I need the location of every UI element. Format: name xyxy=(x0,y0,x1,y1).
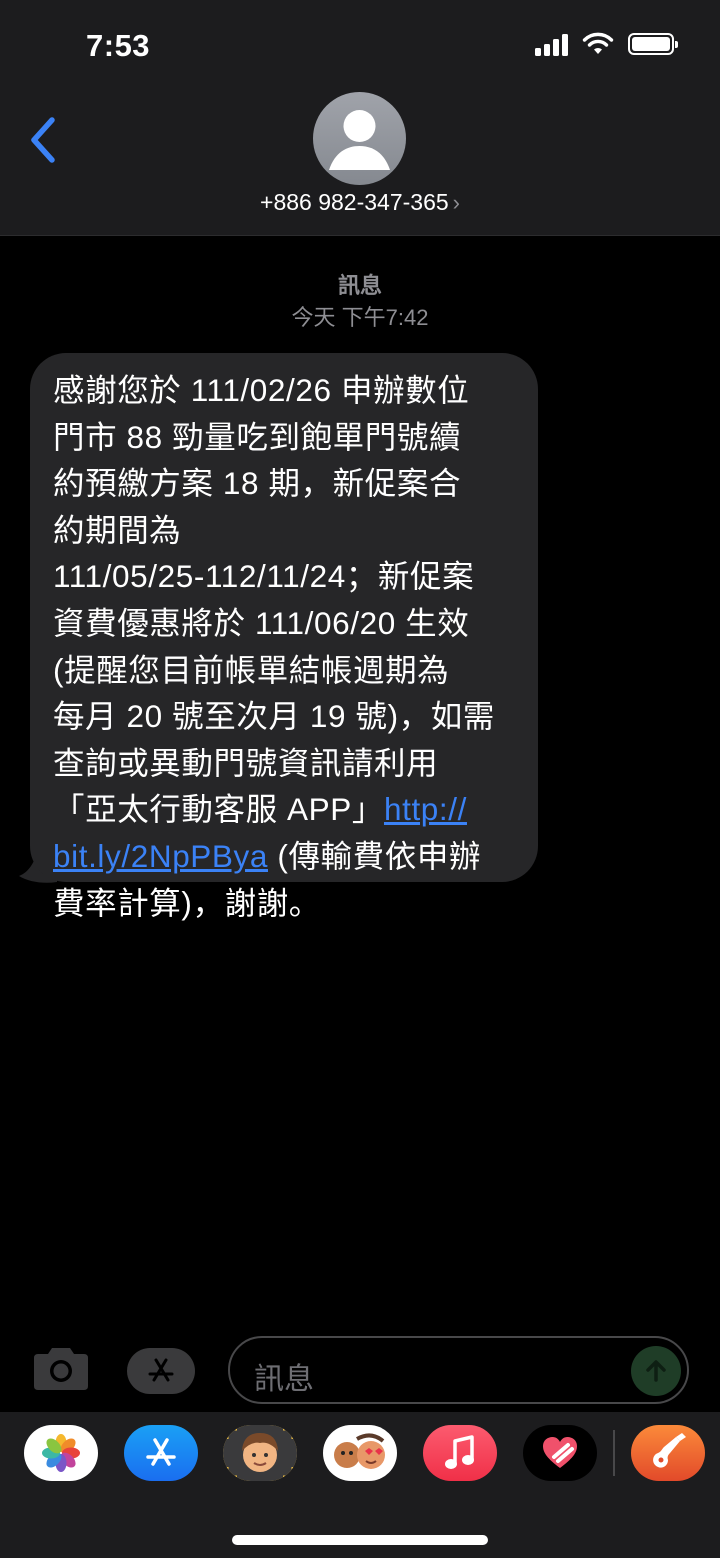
wifi-icon xyxy=(582,32,614,54)
dock-divider xyxy=(613,1430,615,1476)
message-link[interactable]: bit.ly/2NpPBya xyxy=(53,838,268,874)
back-chevron-icon[interactable] xyxy=(26,112,62,168)
conversation-header: 7:53 +886 982-347-365 › xyxy=(0,0,720,236)
music-note-icon xyxy=(445,1435,474,1469)
message-line: 每月 20 號至次月 19 號)，如需 xyxy=(53,698,495,735)
app-store-icon[interactable] xyxy=(124,1425,198,1481)
message-input-placeholder: 訊息 xyxy=(254,1363,314,1396)
home-indicator[interactable] xyxy=(232,1535,488,1545)
thread-service-label: 訊息 xyxy=(337,273,382,298)
camera-icon[interactable] xyxy=(30,1344,92,1394)
message-text: (傳輸費依申辦 xyxy=(268,837,482,874)
garageband-icon[interactable] xyxy=(631,1425,705,1481)
message-link[interactable]: http:// xyxy=(384,791,467,827)
message-line: 約期間為 xyxy=(53,511,182,548)
message-line: 約預繳方案 18 期，新促案合 xyxy=(53,465,462,502)
message-line: bit.ly/2NpPBya (傳輸費依申辦 xyxy=(53,833,520,880)
message-composer: 訊息 xyxy=(0,1330,720,1410)
chevron-right-icon: › xyxy=(452,190,460,215)
animoji-faces-icon xyxy=(334,1433,385,1469)
message-input[interactable]: 訊息 xyxy=(228,1336,689,1404)
heart-icon xyxy=(543,1437,577,1468)
app-store-glyph-icon xyxy=(146,1438,176,1466)
status-icons xyxy=(535,32,678,56)
battery-icon xyxy=(628,33,678,55)
message-line: 費率計算)，謝謝。 xyxy=(53,884,321,921)
message-line: (提醒您目前帳單結帳週期為 xyxy=(53,651,450,688)
message-line: 資費優惠將於 111/06/20 生效 xyxy=(53,604,470,641)
app-store-icon xyxy=(148,1358,174,1382)
status-time: 7:53 xyxy=(86,28,151,63)
message-line: 感謝您於 111/02/26 申辦數位 xyxy=(53,372,470,408)
message-text: 「亞太行動客服 APP」 xyxy=(53,791,384,828)
message-line: 「亞太行動客服 APP」http:// xyxy=(53,786,520,833)
guitar-icon xyxy=(653,1433,686,1468)
memoji-face-icon xyxy=(223,1425,297,1481)
arrow-up-icon xyxy=(646,1360,666,1382)
animoji-icon[interactable] xyxy=(323,1425,397,1481)
photos-flower-icon xyxy=(42,1434,80,1472)
send-button[interactable] xyxy=(631,1346,681,1396)
memoji-icon[interactable] xyxy=(223,1425,297,1481)
contact-name-button[interactable]: +886 982-347-365 › xyxy=(0,189,720,216)
thread-timestamp: 今天 下午7:42 xyxy=(291,305,429,330)
photos-icon[interactable] xyxy=(24,1425,98,1481)
person-icon xyxy=(329,110,390,170)
digital-touch-icon[interactable] xyxy=(523,1425,597,1481)
cellular-signal-icon xyxy=(535,32,568,56)
contact-avatar[interactable] xyxy=(313,92,406,185)
message-line: 門市 88 勁量吃到飽單門號續 xyxy=(53,418,462,455)
message-line: 查詢或異動門號資訊請利用 xyxy=(53,744,439,781)
message-line: 111/05/25-112/11/24；新促案 xyxy=(53,558,475,595)
contact-number: +886 982-347-365 xyxy=(260,189,449,215)
music-icon[interactable] xyxy=(423,1425,497,1481)
message-bubble[interactable]: 感謝您於 111/02/26 申辦數位 門市 88 勁量吃到飽單門號續 約預繳方… xyxy=(30,353,538,921)
app-store-button[interactable] xyxy=(127,1348,195,1394)
